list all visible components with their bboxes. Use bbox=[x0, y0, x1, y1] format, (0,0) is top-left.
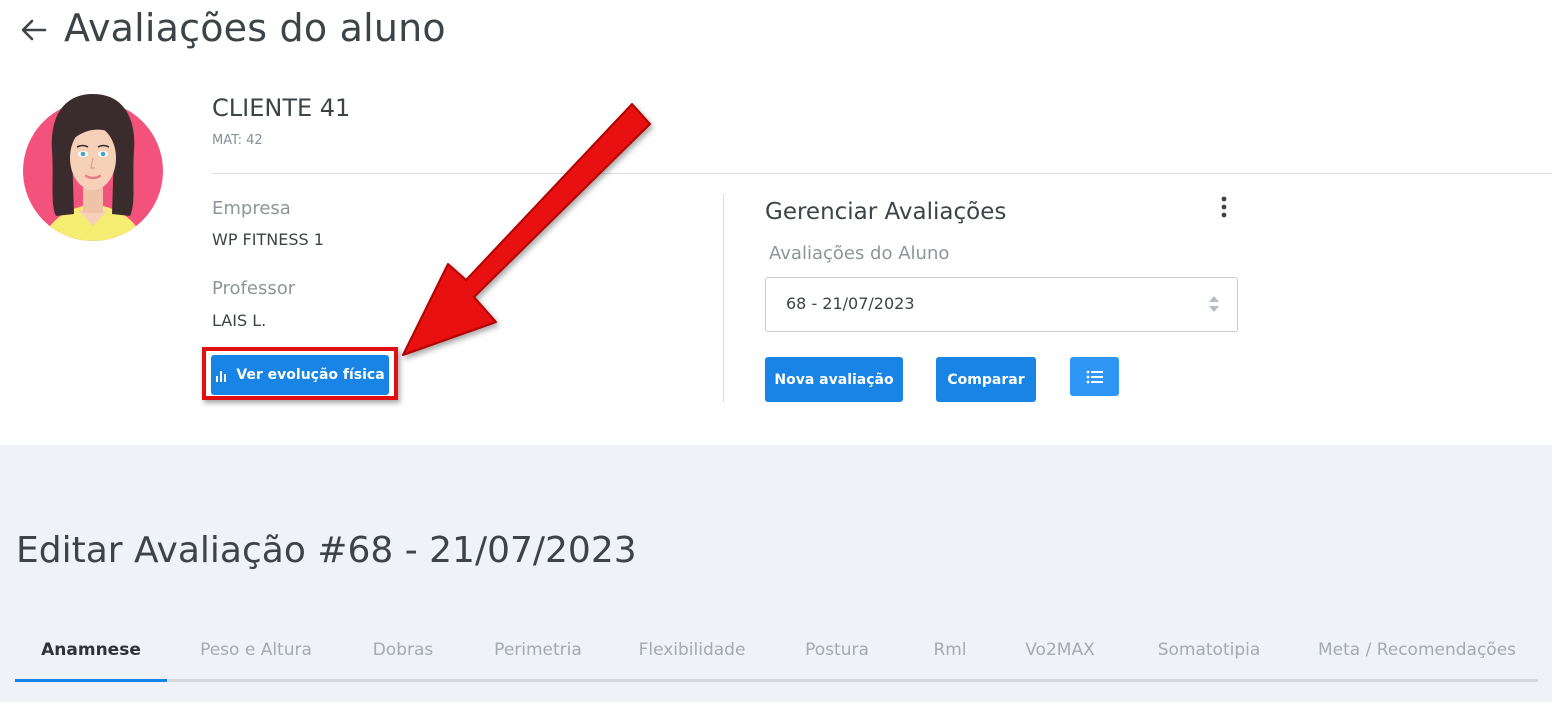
list-view-button[interactable] bbox=[1070, 357, 1119, 396]
compare-button[interactable]: Comparar bbox=[936, 357, 1036, 402]
assessments-select-value: 68 - 21/07/2023 bbox=[786, 294, 915, 313]
tab-dobras[interactable]: Dobras bbox=[345, 630, 461, 676]
empresa-label: Empresa bbox=[212, 198, 291, 219]
page-title: Avaliações do aluno bbox=[64, 6, 446, 50]
tab-perimetria[interactable]: Perimetria bbox=[475, 630, 601, 676]
more-vertical-icon[interactable] bbox=[1212, 194, 1236, 220]
divider bbox=[212, 173, 1552, 174]
tab-peso-altura[interactable]: Peso e Altura bbox=[181, 630, 331, 676]
empresa-value: WP FITNESS 1 bbox=[212, 230, 324, 249]
professor-value: LAIS L. bbox=[212, 311, 267, 330]
tab-anamnese[interactable]: Anamnese bbox=[15, 630, 167, 676]
professor-label: Professor bbox=[212, 278, 296, 299]
client-name: CLIENTE 41 bbox=[212, 94, 351, 122]
tab-postura[interactable]: Postura bbox=[785, 630, 889, 676]
manage-title: Gerenciar Avaliações bbox=[765, 199, 1007, 225]
assessment-tabs: Anamnese Peso e Altura Dobras Perimetria… bbox=[15, 630, 1538, 683]
highlight-box bbox=[202, 347, 398, 400]
new-assessment-button[interactable]: Nova avaliação bbox=[765, 357, 903, 402]
tabs-track bbox=[15, 679, 1538, 682]
header-panel: Avaliações do aluno CLIENTE 41 MAT: 42 E… bbox=[0, 0, 1552, 445]
avatar bbox=[23, 94, 163, 241]
vertical-divider bbox=[723, 194, 724, 402]
tab-somatotipia[interactable]: Somatotipia bbox=[1139, 630, 1279, 676]
list-icon bbox=[1086, 370, 1103, 383]
active-tab-indicator bbox=[15, 679, 167, 682]
assessments-select-label: Avaliações do Aluno bbox=[769, 243, 950, 264]
edit-assessment-title: Editar Avaliação #68 - 21/07/2023 bbox=[16, 530, 637, 571]
tab-flexibilidade[interactable]: Flexibilidade bbox=[621, 630, 763, 676]
assessments-select[interactable]: 68 - 21/07/2023 bbox=[765, 277, 1238, 332]
client-registration: MAT: 42 bbox=[212, 133, 263, 148]
tab-vo2max[interactable]: Vo2MAX bbox=[1005, 630, 1115, 676]
tab-meta-recomendacoes[interactable]: Meta / Recomendações bbox=[1297, 630, 1537, 676]
sort-arrows-icon bbox=[1209, 296, 1219, 312]
tab-rml[interactable]: Rml bbox=[910, 630, 990, 676]
compare-label: Comparar bbox=[947, 371, 1025, 388]
arrow-left-icon[interactable] bbox=[18, 14, 50, 46]
new-assessment-label: Nova avaliação bbox=[774, 371, 894, 388]
